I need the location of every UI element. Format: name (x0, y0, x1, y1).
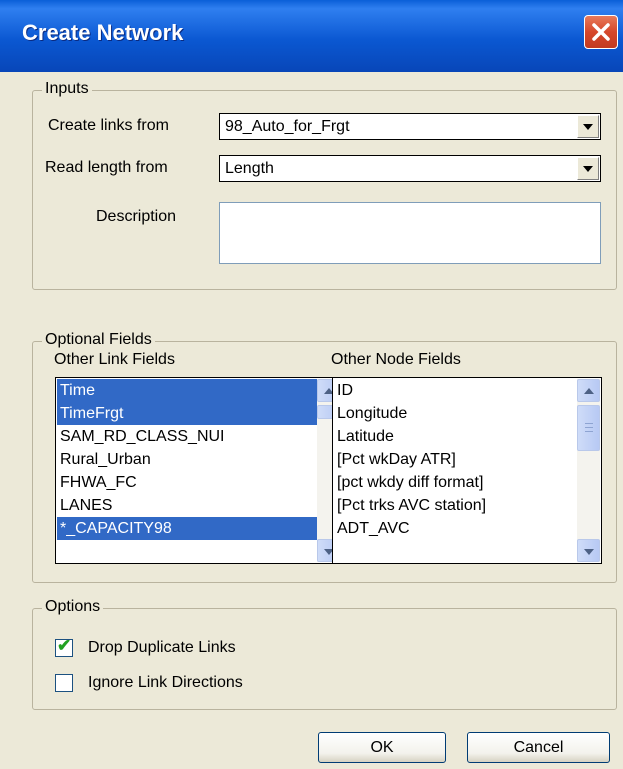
create-links-label: Create links from (48, 117, 169, 134)
options-group: Options ✔ Drop Duplicate Links ✔ Ignore … (32, 598, 617, 710)
dialog-title: Create Network (22, 20, 184, 45)
list-item[interactable]: Time (57, 379, 317, 402)
drop-duplicate-links-label[interactable]: Drop Duplicate Links (88, 639, 236, 657)
checkmark-icon: ✔ (57, 636, 72, 655)
list-item[interactable]: TimeFrgt (57, 402, 317, 425)
inputs-legend: Inputs (42, 80, 92, 98)
title-bar[interactable]: Create Network (0, 0, 623, 72)
node-fields-header: Other Node Fields (331, 351, 461, 368)
options-legend: Options (42, 598, 104, 616)
list-item[interactable]: Rural_Urban (57, 448, 317, 471)
scroll-grip (585, 427, 593, 428)
create-network-dialog: Create Network Inputs Create links from … (0, 0, 623, 769)
read-length-value: Length (225, 160, 274, 177)
description-label: Description (96, 208, 177, 225)
list-item[interactable]: FHWA_FC (57, 471, 317, 494)
list-item[interactable]: LANES (57, 494, 317, 517)
node-fields-list: ID Longitude Latitude [Pct wkDay ATR] [pct w… (334, 379, 577, 540)
chevron-down-icon (583, 124, 593, 130)
chevron-up-icon (584, 388, 594, 394)
cancel-button[interactable]: Cancel (467, 732, 610, 763)
link-fields-header: Other Link Fields (54, 351, 175, 368)
scroll-up-button[interactable] (577, 379, 600, 402)
list-item[interactable]: [Pct trks AVC station] (334, 494, 577, 517)
list-item[interactable]: [Pct wkDay ATR] (334, 448, 577, 471)
close-button[interactable] (584, 15, 618, 49)
description-field[interactable] (219, 202, 601, 264)
link-fields-listbox[interactable]: Time TimeFrgt SAM_RD_CLASS_NUI Rural_Urban F… (55, 377, 342, 564)
list-item[interactable]: ADT_AVC (334, 517, 577, 540)
list-item[interactable]: Longitude (334, 402, 577, 425)
inputs-group: Inputs Create links from 98_Auto_for_Frg… (32, 80, 617, 290)
read-length-dropdown[interactable]: Length (219, 155, 601, 182)
optional-fields-legend: Optional Fields (42, 331, 155, 349)
create-links-value: 98_Auto_for_Frgt (225, 118, 350, 135)
create-links-dropdown[interactable]: 98_Auto_for_Frgt (219, 113, 601, 140)
link-fields-list: Time TimeFrgt SAM_RD_CLASS_NUI Rural_Urban F… (57, 379, 317, 540)
create-links-dropdown-button[interactable] (577, 115, 599, 138)
node-fields-scrollbar[interactable] (577, 379, 600, 562)
chevron-down-icon (584, 549, 594, 555)
ignore-link-directions-label[interactable]: Ignore Link Directions (88, 674, 243, 692)
read-length-label: Read length from (45, 159, 168, 176)
scroll-down-button[interactable] (577, 539, 600, 562)
scroll-grip (585, 423, 593, 424)
list-item[interactable]: *_CAPACITY98 (57, 517, 317, 540)
read-length-dropdown-button[interactable] (577, 157, 599, 180)
optional-fields-group: Optional Fields Other Link Fields Time Ti… (32, 331, 617, 583)
chevron-down-icon (583, 166, 593, 172)
ok-button[interactable]: OK (318, 732, 446, 763)
list-item[interactable]: ID (334, 379, 577, 402)
list-item[interactable]: Latitude (334, 425, 577, 448)
dialog-body: Inputs Create links from 98_Auto_for_Frg… (0, 72, 623, 769)
list-item[interactable]: [pct wkdy diff format] (334, 471, 577, 494)
scroll-thumb[interactable] (577, 405, 600, 451)
close-icon (592, 23, 610, 41)
scroll-grip (585, 431, 593, 432)
drop-duplicate-links-checkbox[interactable]: ✔ (55, 636, 73, 657)
ignore-link-directions-checkbox[interactable]: ✔ (55, 674, 73, 692)
list-item[interactable]: SAM_RD_CLASS_NUI (57, 425, 317, 448)
node-fields-listbox[interactable]: ID Longitude Latitude [Pct wkDay ATR] [pct w… (332, 377, 602, 564)
